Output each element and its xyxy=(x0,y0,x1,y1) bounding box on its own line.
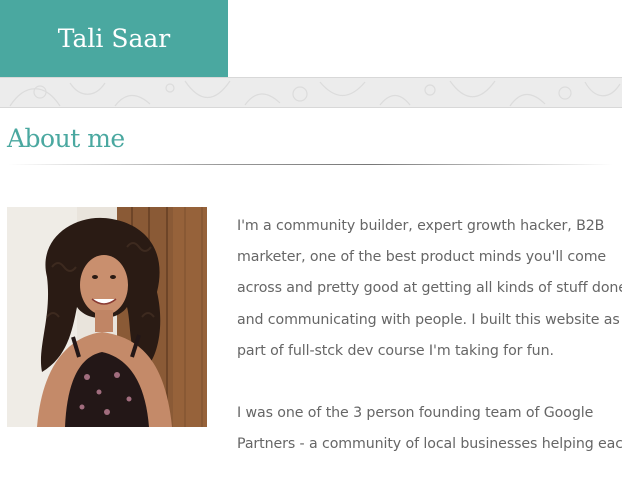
profile-photo xyxy=(7,207,207,427)
bio-paragraph-1: I'm a community builder, expert growth h… xyxy=(237,211,622,367)
title-divider xyxy=(8,164,613,165)
section-title-about: About me xyxy=(7,124,125,153)
site-logo-link[interactable]: Tali Saar xyxy=(0,0,228,77)
bio-paragraph-2: I was one of the 3 person founding team … xyxy=(237,398,622,460)
decorative-pattern-band xyxy=(0,77,622,108)
bio-line: and communicating with people. I built t… xyxy=(237,311,620,328)
about-bio: I'm a community builder, expert growth h… xyxy=(237,211,622,491)
bio-line: I was one of the 3 person founding team … xyxy=(237,405,594,422)
pattern-doodles xyxy=(9,80,621,107)
bio-line: part of full-stck dev course I'm taking … xyxy=(237,342,554,359)
bio-line: Partners - a community of local business… xyxy=(237,436,622,453)
bio-line: across and pretty good at getting all ki… xyxy=(237,280,622,297)
site-header: Tali Saar xyxy=(0,0,622,77)
bio-line: marketer, one of the best product minds … xyxy=(237,249,607,266)
bio-line: I'm a community builder, expert growth h… xyxy=(237,218,605,234)
